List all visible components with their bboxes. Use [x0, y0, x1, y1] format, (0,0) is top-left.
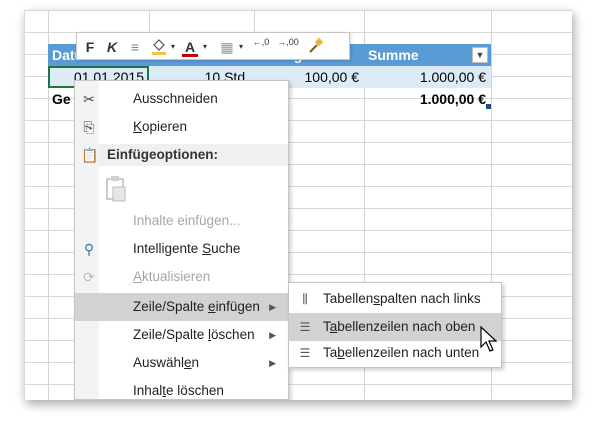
chevron-down-icon[interactable]: ▾ [237, 37, 245, 57]
insert-submenu: ⫼ Tabellenspalten nach links ☰ Tabellenz… [288, 282, 502, 368]
submenu-arrow-icon: ▶ [269, 330, 276, 340]
brush-icon [309, 37, 324, 53]
decrease-decimal-icon[interactable]: →,00 [275, 37, 301, 57]
mini-toolbar: F K ≡ ▾ A ▾ ▦ ▾ ←,0 →,00 [76, 32, 350, 60]
borders-icon[interactable]: ▦ [217, 37, 237, 57]
paste-clipboard-icon [106, 176, 126, 202]
menu-item-label: Zeile/Spalte einfügen [133, 299, 260, 314]
excel-window: Datum Stunden Betrag Summe ▼ 01.01.2015 … [24, 10, 572, 400]
header-label: Summe [368, 47, 419, 63]
submenu-item-rows-below[interactable]: ☰ Tabellenzeilen nach unten [289, 339, 501, 367]
menu-item-paste-special[interactable]: Inhalte einfügen... [75, 207, 288, 235]
chevron-down-icon[interactable]: ▾ [169, 37, 177, 57]
submenu-item-label: Tabellenzeilen nach unten [323, 345, 480, 360]
format-painter-icon[interactable] [305, 37, 327, 57]
mouse-cursor-icon [480, 326, 498, 352]
insert-row-above-icon: ☰ [299, 320, 311, 334]
menu-item-label: Aktualisieren [133, 269, 211, 284]
clipboard-icon: 📋 [81, 147, 99, 163]
menu-item-cut[interactable]: ✂ Ausschneiden [75, 85, 288, 113]
refresh-icon: ⟳ [83, 269, 95, 285]
menu-item-copy[interactable]: ⎘ Kopieren [75, 113, 288, 141]
paint-bucket-icon [152, 39, 166, 55]
menu-item-label: Zeile/Spalte löschen [133, 327, 255, 342]
table-resize-handle[interactable] [486, 104, 491, 109]
insert-column-icon: ⫼ [302, 292, 308, 306]
menu-item-label: Auswählen [133, 355, 200, 370]
cell-summe[interactable]: 1.000,00 € [364, 66, 486, 88]
filter-dropdown-icon[interactable]: ▼ [472, 47, 488, 63]
context-menu: ✂ Ausschneiden ⎘ Kopieren 📋 Einfügeoptio… [74, 80, 289, 400]
menu-item-delete[interactable]: Zeile/Spalte löschen ▶ [75, 321, 288, 349]
submenu-item-cols-left[interactable]: ⫼ Tabellenspalten nach links [289, 285, 501, 313]
font-color-swatch [182, 54, 198, 57]
search-icon: ⚲ [83, 241, 95, 257]
submenu-arrow-icon: ▶ [269, 358, 276, 368]
total-label[interactable]: Ge [52, 88, 71, 110]
font-color-letter: A [184, 39, 196, 55]
menu-item-select[interactable]: Auswählen ▶ [75, 349, 288, 377]
italic-button[interactable]: K [103, 37, 121, 57]
menu-item-label: Ausschneiden [133, 91, 218, 106]
submenu-item-label: Tabellenspalten nach links [323, 291, 481, 306]
menu-item-label: Inhalte löschen [133, 383, 224, 398]
insert-row-below-icon: ☰ [299, 346, 311, 360]
align-icon[interactable]: ≡ [125, 37, 145, 57]
font-color-icon[interactable]: A [181, 37, 199, 57]
menu-item-clear[interactable]: Inhalte löschen [75, 377, 288, 400]
bold-button[interactable]: F [81, 37, 99, 57]
increase-decimal-icon[interactable]: ←,0 [249, 37, 273, 57]
submenu-arrow-icon: ▶ [269, 302, 276, 312]
scissors-icon: ✂ [83, 91, 95, 107]
copy-icon: ⎘ [83, 119, 95, 135]
paste-option-button[interactable] [75, 171, 288, 207]
menu-item-insert[interactable]: Zeile/Spalte einfügen ▶ [75, 293, 288, 321]
submenu-item-rows-above[interactable]: ☰ Tabellenzeilen nach oben [289, 313, 501, 341]
menu-item-label: Inhalte einfügen... [133, 213, 241, 228]
menu-item-label: Kopieren [133, 119, 188, 134]
menu-item-smart-lookup[interactable]: ⚲ Intelligente Suche [75, 235, 288, 263]
total-summe[interactable]: 1.000,00 € [364, 88, 486, 110]
paste-options-heading: Einfügeoptionen: [99, 144, 288, 166]
menu-item-refresh[interactable]: ⟳ Aktualisieren [75, 263, 288, 291]
menu-item-label: Intelligente Suche [133, 241, 241, 256]
fill-color-icon[interactable] [149, 37, 169, 57]
chevron-down-icon[interactable]: ▾ [201, 37, 209, 57]
submenu-item-label: Tabellenzeilen nach oben [323, 319, 476, 334]
